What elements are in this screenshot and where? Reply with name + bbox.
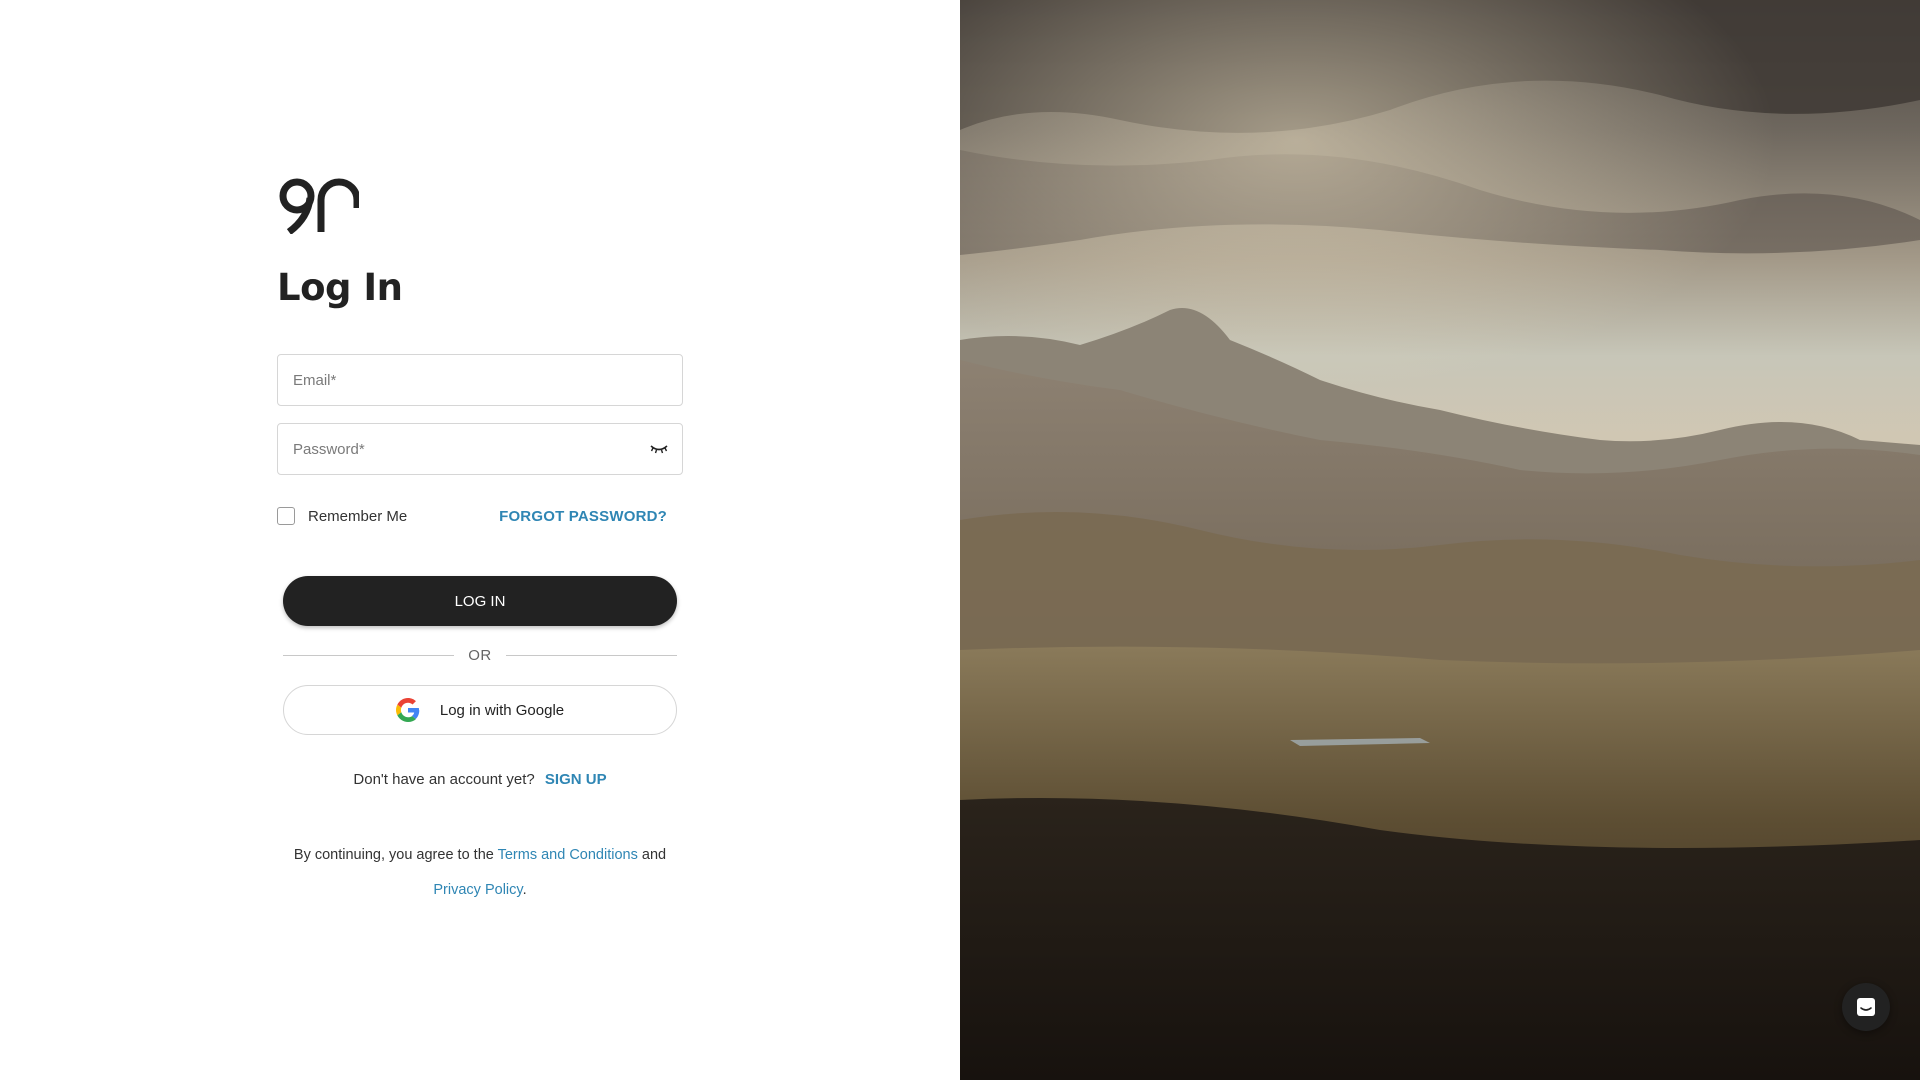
email-input[interactable] (278, 355, 633, 405)
remember-me-checkbox[interactable]: Remember Me (277, 507, 407, 525)
google-icon (395, 698, 420, 722)
login-form: Log In Remember Me FORGOT PASSWORD? (277, 178, 683, 898)
login-page: Log In Remember Me FORGOT PASSWORD? (0, 0, 1920, 1080)
or-divider: OR (283, 645, 677, 665)
divider-line-left (283, 654, 455, 656)
legal-notice: By continuing, you agree to the Terms an… (277, 838, 683, 908)
password-field[interactable] (277, 423, 683, 475)
email-field[interactable] (277, 354, 683, 406)
google-login-label: Log in with Google (439, 701, 565, 719)
eye-closed-icon[interactable] (650, 441, 668, 457)
hero-image (960, 0, 1920, 1080)
brand-logo (279, 178, 359, 234)
signup-prompt: Don't have an account yet? (353, 771, 535, 788)
forgot-password-link[interactable]: FORGOT PASSWORD? (499, 508, 667, 525)
privacy-policy-link[interactable]: Privacy Policy (433, 882, 522, 898)
terms-link[interactable]: Terms and Conditions (498, 847, 638, 863)
password-input[interactable] (278, 424, 633, 474)
or-label: OR (468, 646, 492, 664)
legal-prefix: By continuing, you agree to the (293, 847, 494, 863)
signup-link[interactable]: SIGN UP (545, 771, 607, 788)
landscape-illustration (960, 0, 1920, 1080)
divider-line-right (505, 654, 677, 656)
login-panel: Log In Remember Me FORGOT PASSWORD? (0, 0, 960, 1080)
legal-conjunction: and (641, 847, 667, 863)
checkbox-box[interactable] (277, 507, 295, 525)
page-title: Log In (277, 266, 403, 309)
chat-icon (1857, 998, 1875, 1016)
legal-suffix: . (522, 882, 527, 898)
remember-me-label: Remember Me (308, 507, 408, 525)
signup-row: Don't have an account yet? SIGN UP (277, 771, 683, 788)
chat-launcher-button[interactable] (1842, 983, 1890, 1031)
google-login-button[interactable]: Log in with Google (283, 685, 677, 735)
login-button[interactable]: LOG IN (283, 576, 677, 626)
